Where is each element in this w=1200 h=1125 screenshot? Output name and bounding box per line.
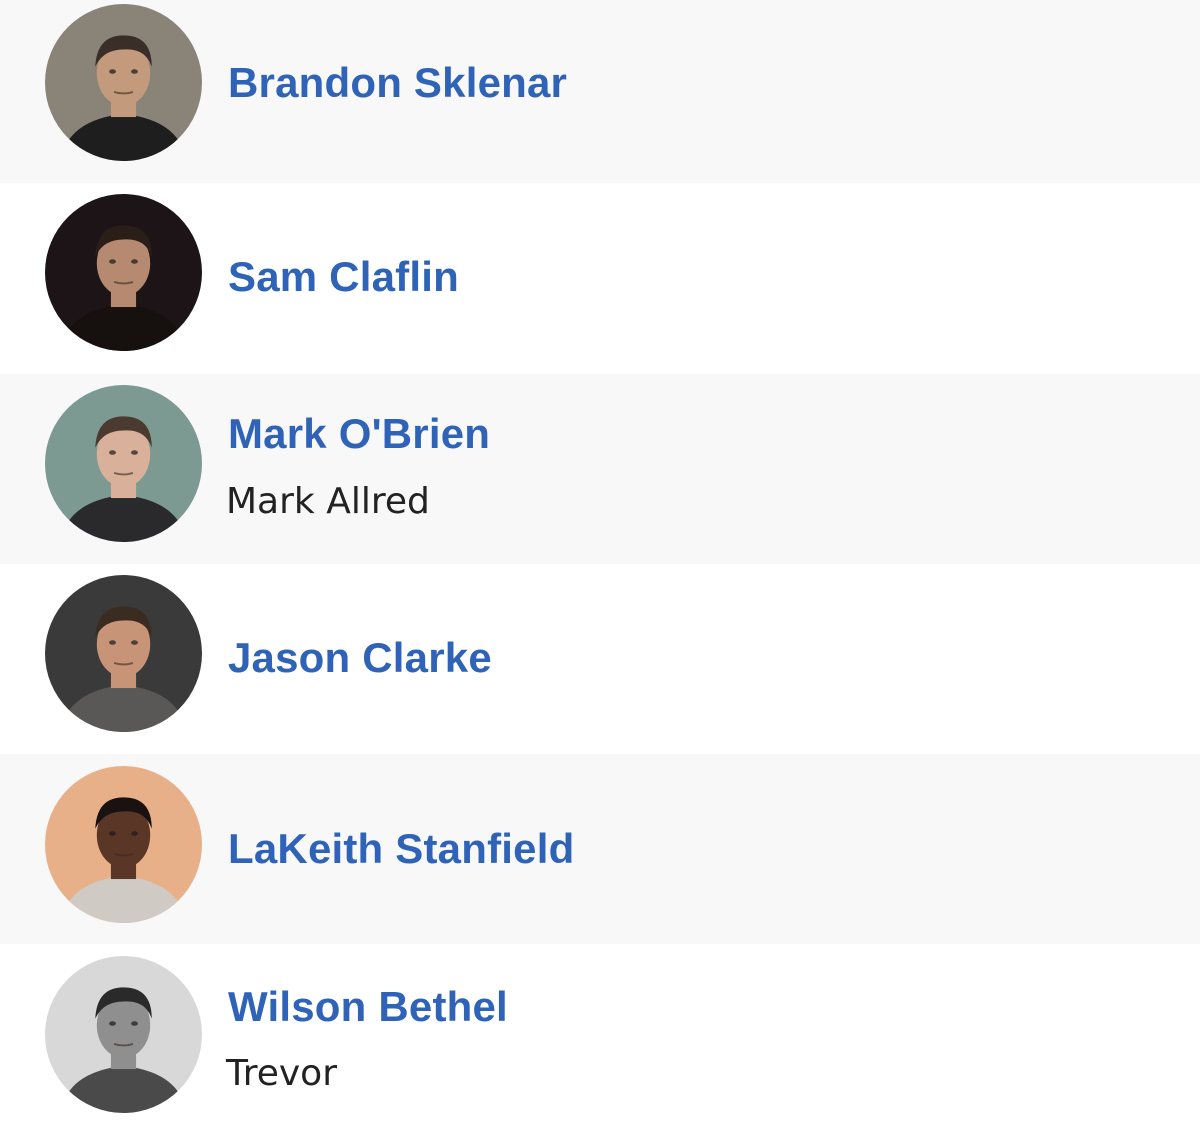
cast-row[interactable]: Brandon Sklenar xyxy=(0,0,1200,190)
cast-row[interactable]: LaKeith Stanfield xyxy=(0,754,1200,944)
headshot-photo xyxy=(45,194,202,351)
cast-row[interactable]: Mark O'Brien Mark Allred xyxy=(0,374,1200,564)
avatar[interactable] xyxy=(45,194,202,351)
actor-name-link[interactable]: Mark O'Brien xyxy=(228,413,490,455)
character-name: Trevor xyxy=(226,1053,337,1094)
actor-name-link[interactable]: Jason Clarke xyxy=(228,637,492,679)
actor-name-link[interactable]: LaKeith Stanfield xyxy=(228,828,574,870)
actor-name-link[interactable]: Sam Claflin xyxy=(228,256,459,298)
cast-row[interactable]: Jason Clarke xyxy=(0,564,1200,754)
avatar[interactable] xyxy=(45,4,202,161)
headshot-photo xyxy=(45,766,202,923)
actor-name-link[interactable]: Wilson Bethel xyxy=(228,986,508,1028)
avatar[interactable] xyxy=(45,766,202,923)
cast-row[interactable]: Wilson Bethel Trevor xyxy=(0,944,1200,1125)
headshot-photo xyxy=(45,4,202,161)
headshot-photo xyxy=(45,575,202,732)
cast-row[interactable]: Sam Claflin xyxy=(0,183,1200,373)
headshot-photo xyxy=(45,385,202,542)
avatar[interactable] xyxy=(45,575,202,732)
character-name: Mark Allred xyxy=(226,481,430,522)
cast-list: Brandon Sklenar Sam Claflin Mark O'Brien… xyxy=(0,0,1200,1125)
avatar[interactable] xyxy=(45,385,202,542)
headshot-photo xyxy=(45,956,202,1113)
actor-name-link[interactable]: Brandon Sklenar xyxy=(228,62,567,104)
avatar[interactable] xyxy=(45,956,202,1113)
